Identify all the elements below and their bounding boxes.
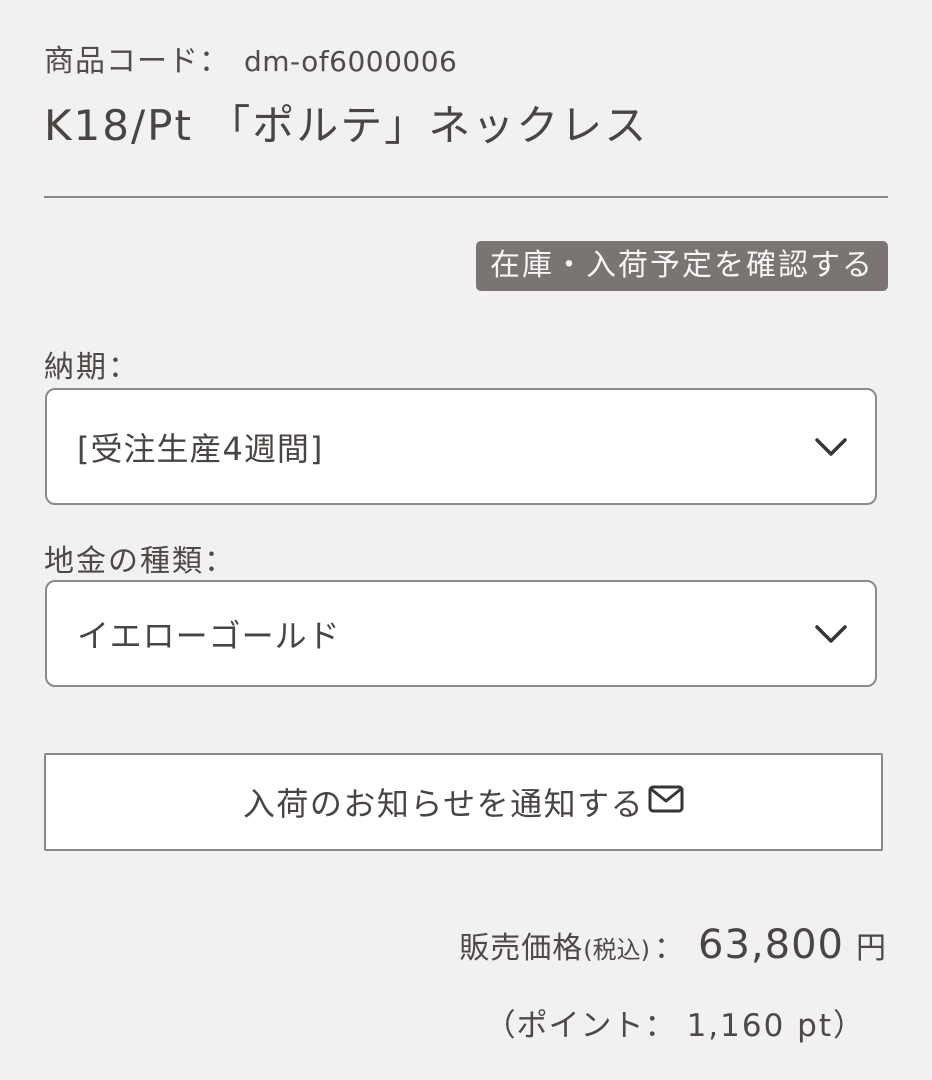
price-tax-note: (税込) [583,936,651,964]
restock-notify-label: 入荷のお知らせを通知する [242,785,645,823]
metal-type-label: 地金の種類： [44,544,236,579]
metal-type-selected-value: イエローゴールド [77,616,341,655]
product-code-value: dm-of6000006 [244,45,458,78]
price-colon: ： [654,931,685,966]
chevron-down-icon [815,437,847,456]
points-row: （ポイント： 1,160 pt） [485,1000,866,1045]
price-currency-unit: 円 [856,931,886,966]
restock-notify-button[interactable]: 入荷のお知らせを通知する [44,753,883,851]
product-code: 商品コード： dm-of6000006 [44,36,457,80]
price-row: 販売価格 (税込)： 63,800 円 [459,922,886,968]
product-title: K18/Pt 「ポルテ」ネックレス [44,101,649,150]
delivery-label: 納期： [44,350,140,385]
mail-icon [648,785,684,813]
product-code-label: 商品コード： [44,44,230,79]
delivery-selected-value: [受注生産4週間] [77,429,324,468]
check-stock-button[interactable]: 在庫・入荷予定を確認する [476,241,888,291]
chevron-down-icon [815,624,847,643]
metal-type-select[interactable]: イエローゴールド [45,580,877,687]
price-label: 販売価格 [459,931,584,966]
points-label: （ポイント： [484,1008,677,1044]
delivery-select[interactable]: [受注生産4週間] [45,388,877,505]
price-value: 63,800 [698,922,844,968]
points-value: 1,160 pt） [686,1008,866,1044]
divider [44,196,888,198]
